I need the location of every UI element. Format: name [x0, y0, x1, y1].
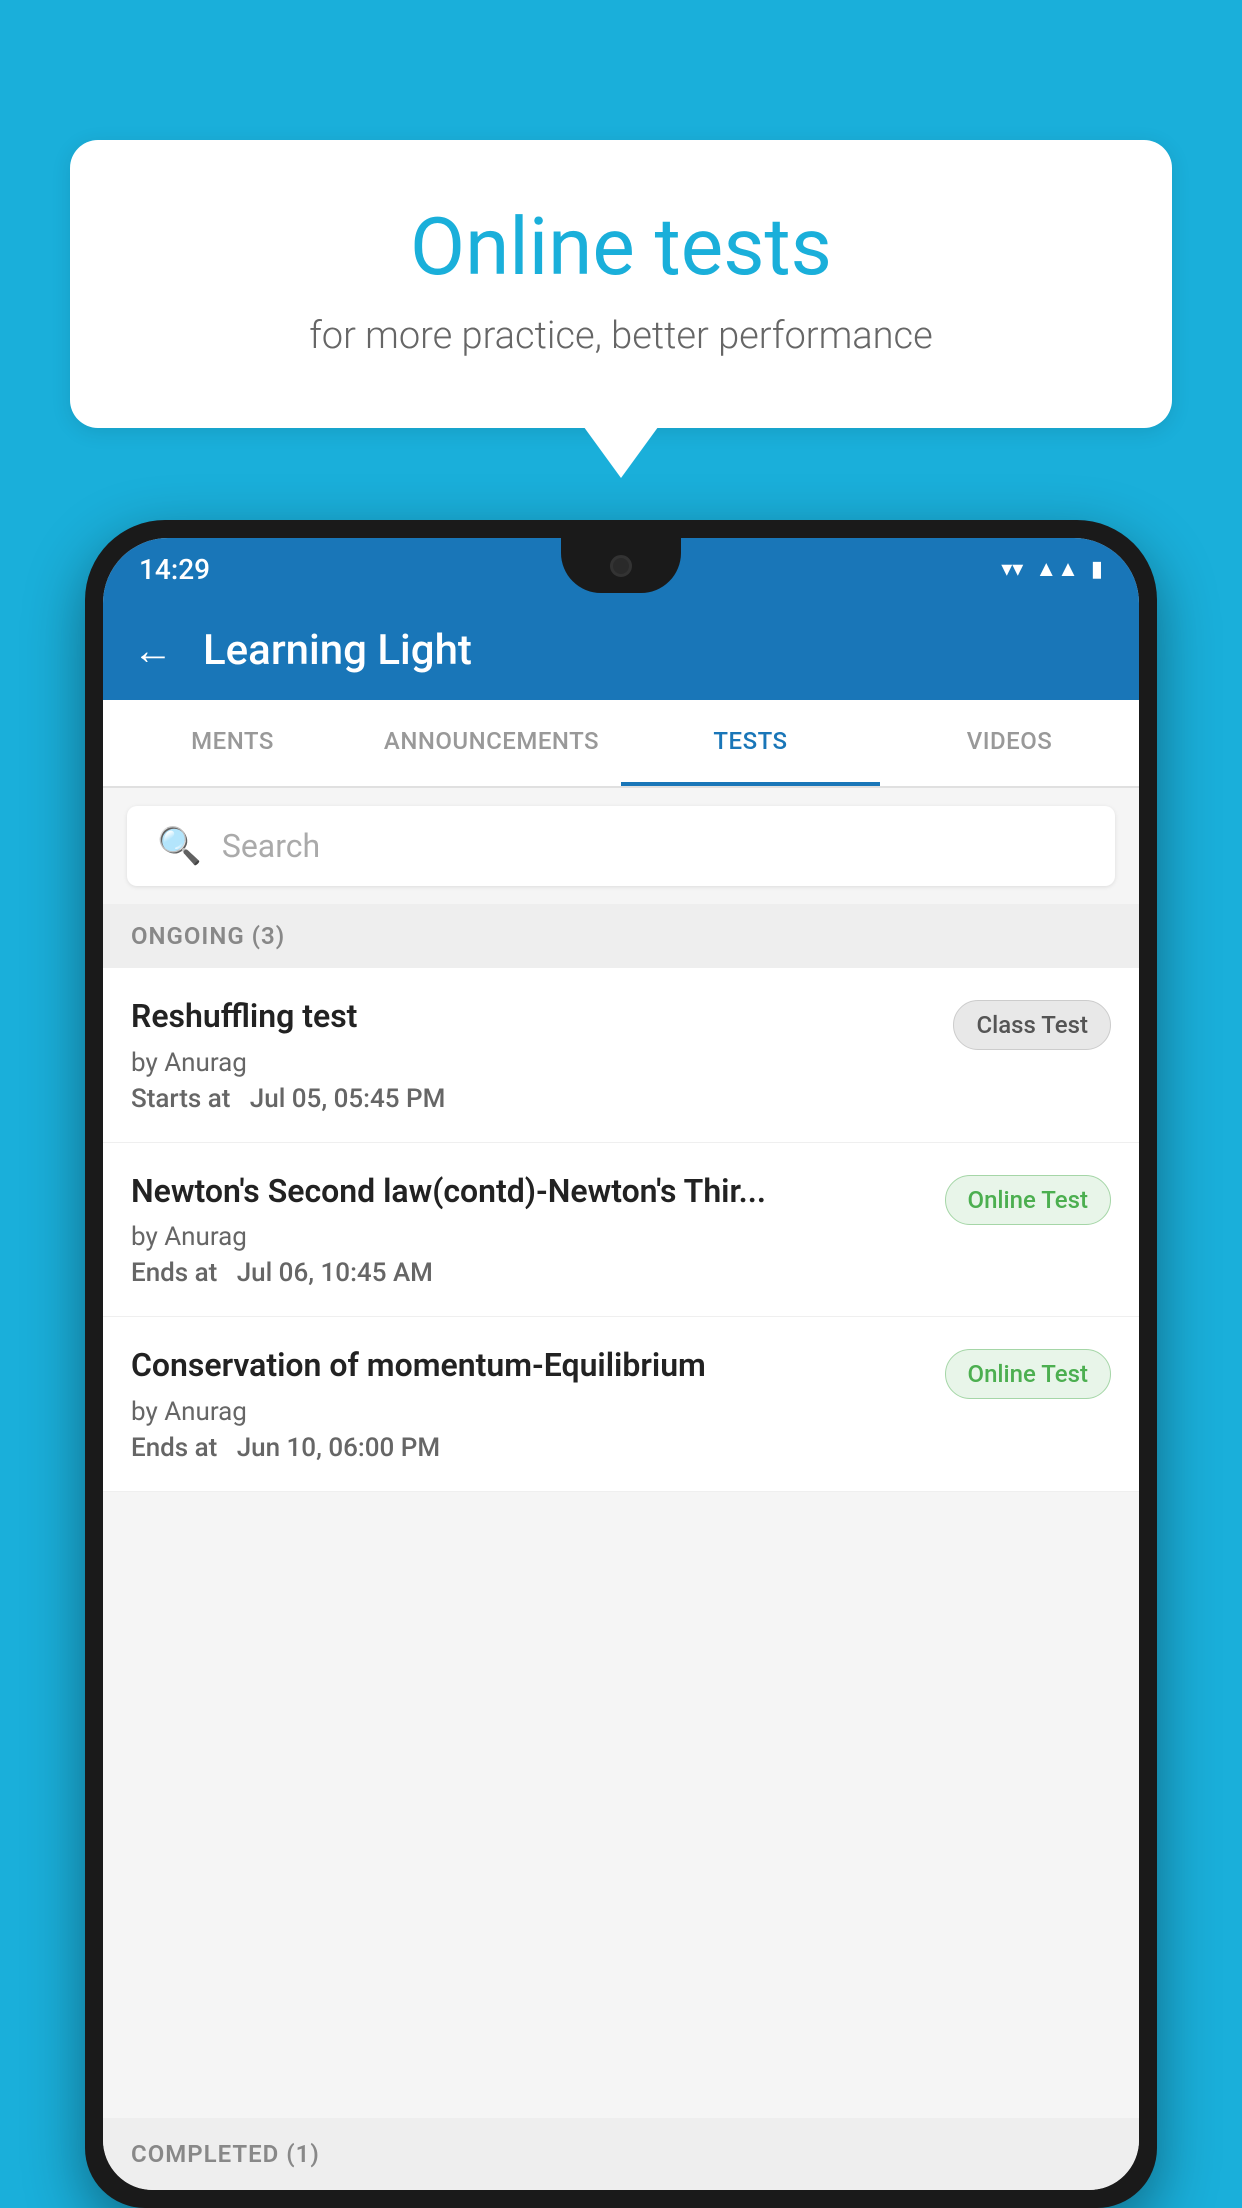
- tab-ments[interactable]: MENTS: [103, 700, 362, 786]
- list-item-content: Conservation of momentum-Equilibrium by …: [131, 1345, 945, 1463]
- tab-videos[interactable]: VIDEOS: [880, 700, 1139, 786]
- app-bar-title: Learning Light: [203, 626, 472, 675]
- phone-screen: 14:29 ▾▾ ▲▲ ▮ ← Learning Light MENTS: [103, 538, 1139, 2190]
- bubble-subtitle: for more practice, better performance: [150, 314, 1092, 358]
- wifi-icon: ▾▾: [1001, 557, 1023, 582]
- item-title: Conservation of momentum-Equilibrium: [131, 1345, 925, 1387]
- list-item-content: Reshuffling test by Anurag Starts at Jul…: [131, 996, 953, 1114]
- notch: [561, 538, 681, 593]
- ongoing-section-header: ONGOING (3): [103, 904, 1139, 968]
- tabs-bar: MENTS ANNOUNCEMENTS TESTS VIDEOS: [103, 700, 1139, 788]
- search-container: 🔍 Search: [103, 788, 1139, 904]
- search-icon: 🔍: [157, 825, 202, 867]
- battery-icon: ▮: [1091, 557, 1103, 582]
- app-bar: ← Learning Light: [103, 600, 1139, 700]
- completed-label: COMPLETED (1): [131, 2140, 320, 2168]
- tag-class-test: Class Test: [953, 1000, 1111, 1050]
- list-item[interactable]: Conservation of momentum-Equilibrium by …: [103, 1317, 1139, 1492]
- status-icons: ▾▾ ▲▲ ▮: [1001, 556, 1103, 582]
- signal-icon: ▲▲: [1035, 556, 1079, 582]
- tab-announcements[interactable]: ANNOUNCEMENTS: [362, 700, 621, 786]
- list-item[interactable]: Reshuffling test by Anurag Starts at Jul…: [103, 968, 1139, 1143]
- search-bar[interactable]: 🔍 Search: [127, 806, 1115, 886]
- item-title: Reshuffling test: [131, 996, 933, 1038]
- phone-outer: 14:29 ▾▾ ▲▲ ▮ ← Learning Light MENTS: [85, 520, 1157, 2208]
- item-date: Starts at Jul 05, 05:45 PM: [131, 1084, 933, 1114]
- item-author: by Anurag: [131, 1222, 925, 1252]
- tab-tests[interactable]: TESTS: [621, 700, 880, 786]
- item-author: by Anurag: [131, 1397, 925, 1427]
- status-bar: 14:29 ▾▾ ▲▲ ▮: [103, 538, 1139, 600]
- item-title: Newton's Second law(contd)-Newton's Thir…: [131, 1171, 925, 1213]
- speech-bubble: Online tests for more practice, better p…: [70, 140, 1172, 428]
- search-placeholder: Search: [222, 827, 320, 865]
- phone-wrapper: 14:29 ▾▾ ▲▲ ▮ ← Learning Light MENTS: [85, 520, 1157, 2208]
- camera-dot: [610, 555, 632, 577]
- test-list: Reshuffling test by Anurag Starts at Jul…: [103, 968, 1139, 1492]
- completed-section-header: COMPLETED (1): [103, 2118, 1139, 2190]
- item-date: Ends at Jul 06, 10:45 AM: [131, 1258, 925, 1288]
- list-item[interactable]: Newton's Second law(contd)-Newton's Thir…: [103, 1143, 1139, 1318]
- back-button[interactable]: ←: [133, 627, 173, 674]
- list-item-content: Newton's Second law(contd)-Newton's Thir…: [131, 1171, 945, 1289]
- item-author: by Anurag: [131, 1048, 933, 1078]
- status-time: 14:29: [139, 553, 210, 586]
- speech-bubble-container: Online tests for more practice, better p…: [70, 140, 1172, 428]
- tag-online-test-2: Online Test: [945, 1349, 1111, 1399]
- tag-online-test: Online Test: [945, 1175, 1111, 1225]
- ongoing-label: ONGOING (3): [131, 922, 285, 950]
- item-date: Ends at Jun 10, 06:00 PM: [131, 1433, 925, 1463]
- bubble-title: Online tests: [150, 200, 1092, 294]
